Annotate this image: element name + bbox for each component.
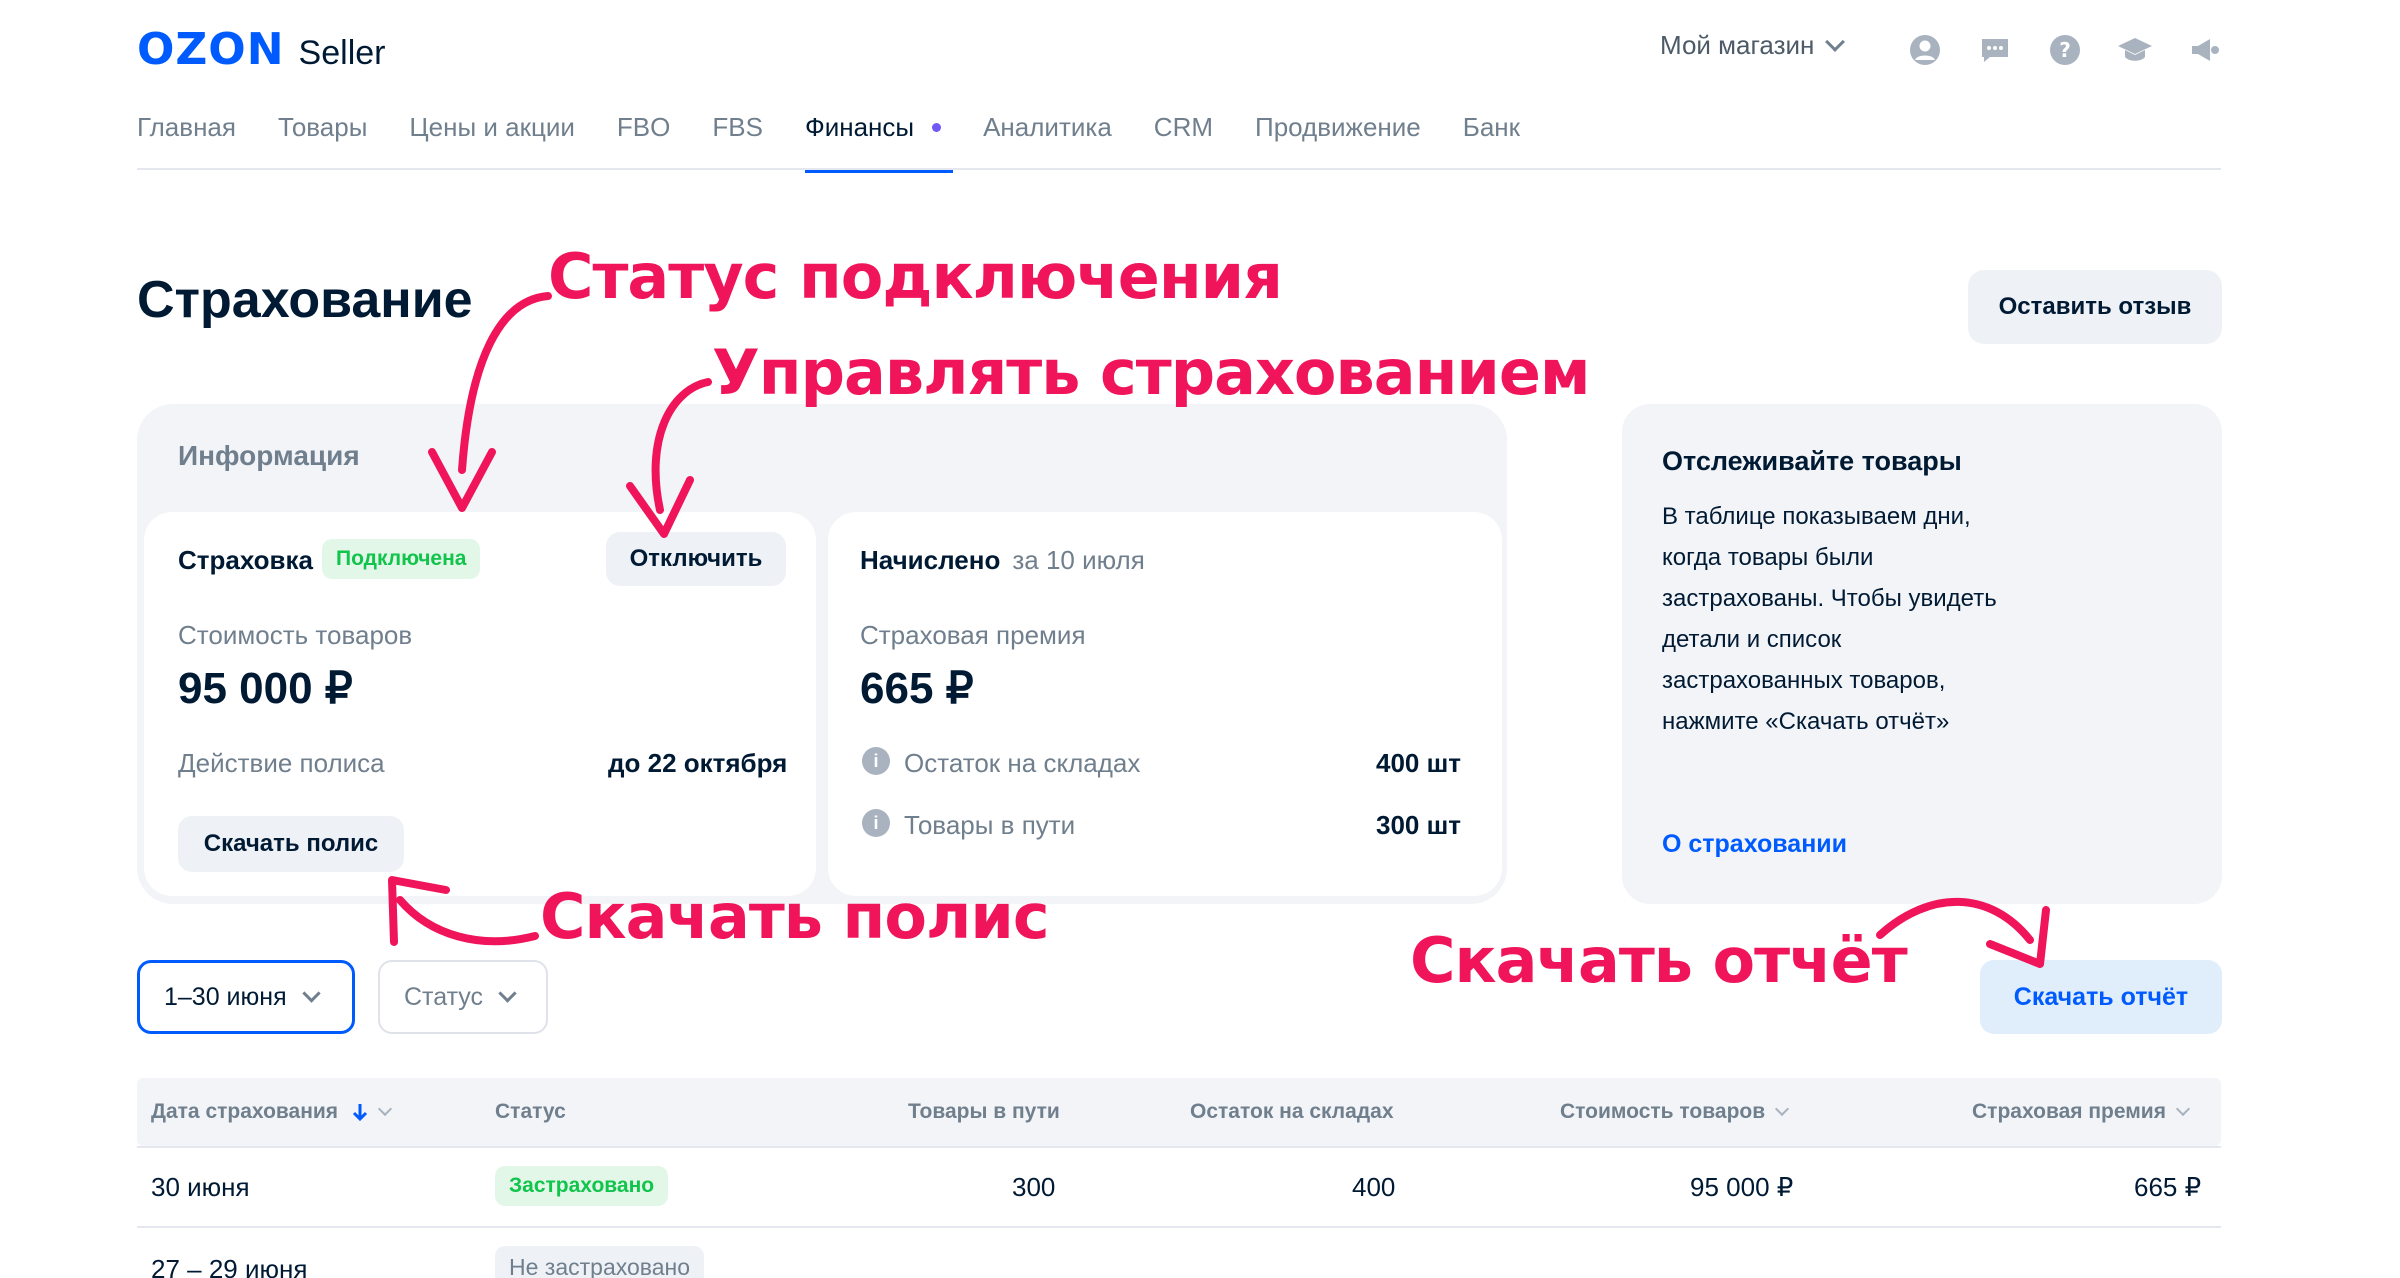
arrow-status	[458, 292, 552, 474]
annotation-manage: Управлять страхованием	[712, 336, 1591, 409]
annotation-download-policy: Скачать полис	[540, 880, 1050, 953]
arrow-report-head	[1986, 906, 2050, 968]
annotation-status: Статус подключения	[548, 240, 1283, 313]
annotation-arrows	[388, 292, 2050, 968]
arrow-policy	[396, 896, 539, 946]
annotation-download-report: Скачать отчёт	[1410, 924, 1908, 997]
